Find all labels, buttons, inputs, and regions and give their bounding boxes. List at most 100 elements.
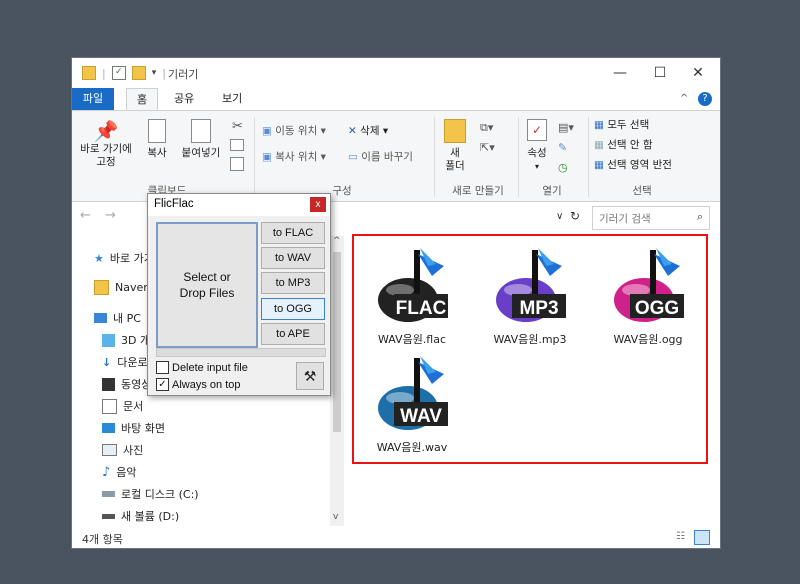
nav-item-documents[interactable]: 문서 [102,398,143,414]
copy-to-button[interactable]: ▣ 복사 위치 ▾ [262,149,326,164]
refresh-icon[interactable]: ↻ [570,209,580,223]
status-bar: 4개 항목 ☷ [72,528,720,548]
folder-icon[interactable] [131,66,146,80]
drop-zone[interactable]: Select or Drop Files [156,222,258,348]
move-to-button[interactable]: ▣ 이동 위치 ▾ [262,123,326,138]
nav-item-desktop[interactable]: 바탕 화면 [102,420,165,436]
details-view-icon[interactable]: ☷ [676,531,685,542]
group-select-label: 선택 [632,185,652,197]
scroll-up-icon[interactable]: ^ [333,236,341,246]
tab-file[interactable]: 파일 [72,88,114,110]
collapse-ribbon-icon[interactable]: ^ [680,93,688,104]
file-tag: WAV [400,406,442,427]
tools-button[interactable]: ⚒ [296,362,324,390]
rename-button[interactable]: ▭ 이름 바꾸기 [348,149,413,164]
properties-button[interactable]: ✓ 속성 ▾ [522,119,552,173]
nav-item-drive-d[interactable]: 새 볼륨 (D:) [102,508,179,524]
new-file-icon[interactable] [82,66,96,80]
cube-icon [102,333,115,347]
delete-input-checkbox[interactable]: Delete input file [156,361,248,374]
nav-item-quick-access[interactable]: ★ 바로 가기 [94,250,154,266]
file-tag: FLAC [396,298,447,319]
invert-selection-icon: ▦ [594,159,604,171]
copy-path-icon[interactable] [230,139,244,151]
group-open-label: 열기 [542,185,562,197]
forward-icon[interactable]: → [105,208,116,223]
select-none-icon: ▦ [594,139,604,151]
file-name: WAV음원.ogg [613,333,683,346]
properties-check-icon: ✓ [527,119,547,141]
nav-buttons: ← → [80,208,116,223]
to-flac-button[interactable]: to FLAC [261,222,325,244]
history-icon[interactable]: ◷ [558,161,568,174]
to-ape-button[interactable]: to APE [261,323,325,345]
flicflac-close-button[interactable]: x [310,197,326,212]
to-ogg-button[interactable]: to OGG [261,298,325,320]
back-icon[interactable]: ← [80,208,91,223]
select-all-icon: ▦ [594,119,604,131]
file-item[interactable]: MP3 WAV음원.mp3 [480,244,580,347]
edit-icon[interactable]: ✎ [558,141,567,154]
nav-item-music[interactable]: ♪ 음악 [102,464,137,480]
search-box[interactable]: 기러기 검색 ⌕ [592,206,710,230]
checkbox-unchecked[interactable] [156,361,169,374]
file-tag: MP3 [519,298,558,319]
nav-item-pictures[interactable]: 사진 [102,442,143,458]
rename-icon: ▭ [348,151,358,163]
open-icon[interactable]: ▤▾ [558,121,574,134]
large-icons-view-icon[interactable] [694,530,710,545]
tab-share[interactable]: 공유 [164,88,204,110]
checkbox-checked[interactable]: ✓ [156,378,169,391]
folder-icon [94,280,109,295]
new-item-icon[interactable]: ⧉▾ [480,121,493,135]
flicflac-window: FlicFlac x Select or Drop Files to FLAC … [147,193,331,396]
scroll-thumb[interactable] [333,252,341,432]
picture-icon [102,444,117,456]
desktop-icon [102,423,115,433]
delete-button[interactable]: ✕ 삭제 ▾ [348,123,388,138]
nav-item-drive-c[interactable]: 로컬 디스크 (C:) [102,486,199,502]
select-none-button[interactable]: ▦ 선택 안 함 [594,137,653,152]
search-icon[interactable]: ⌕ [697,210,703,224]
cut-icon[interactable]: ✂ [232,119,243,134]
file-name: WAV음원.wav [376,441,448,454]
pin-button[interactable]: 📌 바로 가기에 고정 [76,119,136,169]
select-all-button[interactable]: ▦ 모두 선택 [594,117,649,132]
nav-item-this-pc[interactable]: 내 PC [94,310,141,326]
file-name: WAV음원.flac [377,333,447,346]
copy-button[interactable]: 복사 [142,119,172,160]
flicflac-title-bar[interactable]: FlicFlac x [148,194,330,216]
file-item[interactable]: WAV WAV음원.wav [362,352,462,455]
minimize-button[interactable]: — [600,58,640,88]
tab-view[interactable]: 보기 [212,88,252,110]
wav-file-icon: WAV [378,356,448,430]
address-bar[interactable]: ∨ ↻ [332,206,584,228]
file-item[interactable]: FLAC WAV음원.flac [362,244,462,347]
quick-access-toolbar: | ✓ ▾ | [82,66,166,80]
to-wav-button[interactable]: to WAV [261,247,325,269]
tab-home[interactable]: 홈 [126,88,159,112]
dropdown-icon[interactable]: ∨ [556,211,563,222]
nav-item-videos[interactable]: 동영상 [102,376,151,392]
properties-icon[interactable]: ✓ [111,66,126,80]
pin-icon: 📌 [93,119,119,143]
file-item[interactable]: OGG WAV음원.ogg [598,244,698,347]
invert-selection-button[interactable]: ▦ 선택 영역 반전 [594,157,672,172]
nav-scrollbar[interactable]: ^ v [330,236,344,526]
paste-shortcut-icon[interactable] [230,157,244,171]
window-title: 기러기 [168,68,199,81]
tools-icon: ⚒ [303,368,317,384]
ribbon-tabs: 파일 홈 공유 보기 ^ ? [72,88,720,112]
easy-access-icon[interactable]: ⇱▾ [480,141,495,154]
to-mp3-button[interactable]: to MP3 [261,272,325,294]
close-button[interactable]: ✕ [678,58,718,88]
group-new-label: 새로 만들기 [452,185,504,197]
paste-button[interactable]: 붙여넣기 [176,119,226,160]
always-on-top-checkbox[interactable]: ✓ Always on top [156,378,240,391]
maximize-button[interactable]: ☐ [640,58,680,88]
help-icon[interactable]: ? [698,92,712,106]
customize-qa-icon[interactable]: ▾ [152,68,157,78]
star-icon: ★ [94,251,104,265]
new-folder-button[interactable]: 새 폴더 [438,119,472,173]
scroll-down-icon[interactable]: v [333,512,338,522]
